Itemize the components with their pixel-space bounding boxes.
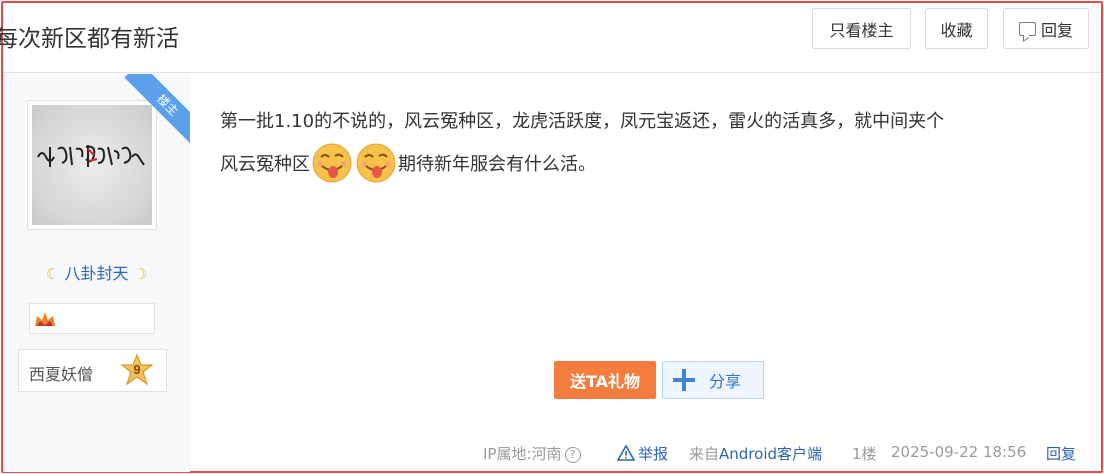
owner-ribbon-label: 楼主 [124,74,190,144]
favorite-button[interactable]: 收藏 [925,8,988,49]
author-name[interactable]: ☾ 八卦封天 ☽ [3,260,190,284]
reply-button[interactable]: 回复 [1003,8,1089,49]
post-timestamp: 2025-09-22 18:56 [891,443,1027,461]
share-button-label: 分享 [709,372,742,391]
reply-button-label: 回复 [1040,20,1073,40]
client-link[interactable]: Android客户端 [719,445,822,463]
level-title: 西夏妖僧 [29,365,94,384]
level-star-icon: 9 [120,353,154,388]
post-title: 每次新区都有新活 [0,26,179,52]
warning-icon [617,445,635,461]
ip-location-label: IP属地:河南 [483,445,562,463]
only-owner-button[interactable]: 只看楼主 [812,8,911,49]
floor-number: 1楼 [852,445,877,463]
share-plus-icon [673,369,695,391]
ip-location: IP属地:河南? [483,443,581,464]
post-content-line1: 第一批1.10的不说的，风云冤种区，龙虎活跃度，凤元宝返还，雷火的活真多，就中间… [220,111,945,132]
help-question-icon[interactable]: ? [564,447,581,463]
badge-box [29,303,155,334]
badge-icon[interactable] [33,310,57,328]
share-button[interactable]: 分享 [662,361,764,399]
level-box: 西夏妖僧 9 [18,349,167,392]
moon-right-icon: ☽ [133,265,148,283]
tongue-emoji-icon [312,143,352,183]
tongue-emoji-icon [356,143,396,183]
comment-icon [1018,21,1036,36]
owner-ribbon: 楼主 [120,74,190,144]
post-content-line2-before: 风云冤种区 [220,154,310,175]
moon-left-icon: ☾ [45,265,60,283]
level-number: 9 [133,362,141,377]
reply-link[interactable]: 回复 [1046,443,1076,464]
source-prefix: 来自 [689,445,720,463]
post-header: 每次新区都有新活 只看楼主 收藏 回复 [0,3,1101,73]
report-label: 举报 [638,445,669,463]
send-gift-button[interactable]: 送TA礼物 [554,361,656,399]
author-name-label: 八卦封天 [64,264,129,283]
report-link[interactable]: 举报 [617,443,668,464]
post-content-line2-after: 期待新年服会有什么活。 [398,154,596,175]
source-client: 来自Android客户端 [689,443,822,464]
post-content-line2: 风云冤种区 期待新年服会有什么活。 [220,138,596,188]
